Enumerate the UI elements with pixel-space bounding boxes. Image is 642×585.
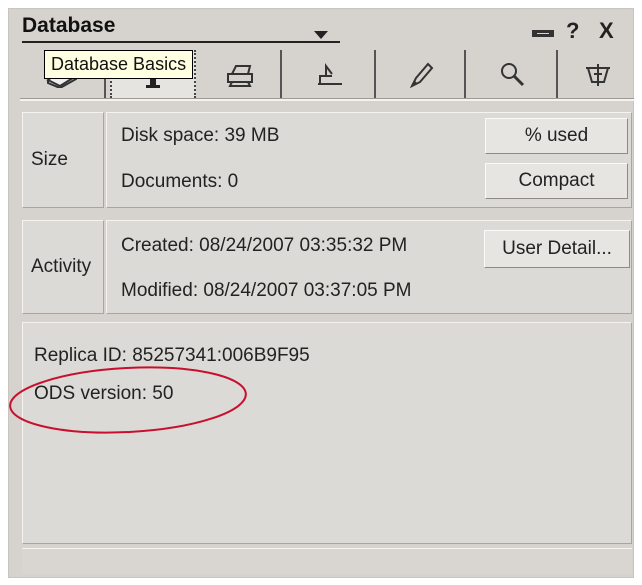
tab-advanced[interactable] xyxy=(562,50,634,98)
modified-timestamp: Modified: 08/24/2007 03:37:05 PM xyxy=(121,280,412,301)
percent-used-button[interactable]: % used xyxy=(485,118,628,154)
print-tab-icon xyxy=(227,65,253,87)
highlight-ellipse xyxy=(9,366,247,434)
size-label: Size xyxy=(31,149,68,170)
close-icon[interactable]: X xyxy=(599,18,614,44)
tab-tooltip: Database Basics xyxy=(44,50,194,79)
design-tab-icon xyxy=(318,63,342,85)
activity-section-label: Activity xyxy=(22,220,104,314)
title-underline xyxy=(22,41,340,43)
tab-design[interactable] xyxy=(286,50,376,98)
created-timestamp: Created: 08/24/2007 03:35:32 PM xyxy=(121,235,408,256)
status-strip xyxy=(22,548,632,574)
compact-button[interactable]: Compact xyxy=(485,163,628,199)
help-icon[interactable]: ? xyxy=(566,18,579,44)
tab-launch[interactable] xyxy=(380,50,466,98)
activity-label: Activity xyxy=(31,256,92,277)
user-detail-button[interactable]: User Detail... xyxy=(484,230,630,268)
documents-count: Documents: 0 xyxy=(121,171,239,192)
tab-fulltext-search[interactable] xyxy=(470,50,558,98)
disk-space-value: Disk space: 39 MB xyxy=(121,125,280,146)
panel-title-dropdown[interactable]: Database xyxy=(22,14,115,38)
launch-tab-icon xyxy=(409,62,434,88)
size-section-label: Size xyxy=(22,112,104,208)
advanced-tab-icon xyxy=(586,64,610,86)
fulltext-search-tab-icon xyxy=(501,63,525,87)
tab-print[interactable] xyxy=(200,50,282,98)
pin-icon[interactable] xyxy=(532,30,554,37)
tab-divider xyxy=(20,98,634,101)
dropdown-arrow-icon[interactable] xyxy=(314,31,328,39)
